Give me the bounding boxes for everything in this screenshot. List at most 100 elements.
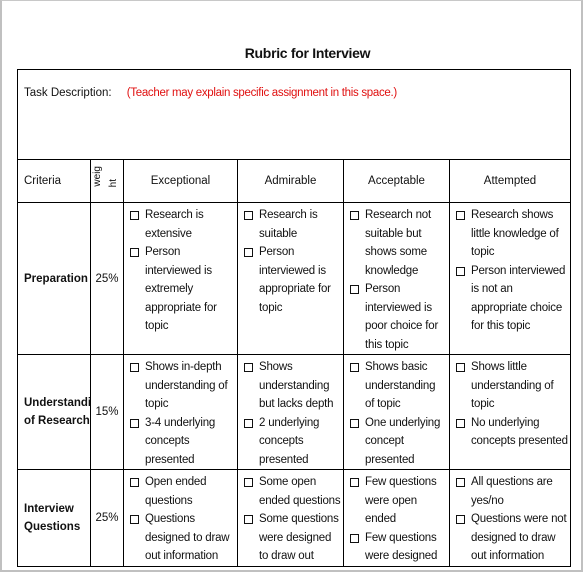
descriptor-text: Shows understanding but lacks depth: [259, 361, 334, 410]
level-cell-admirable: Some open ended questions Some questions …: [237, 469, 344, 567]
level-cell-admirable: Research is suitable Person interviewed i…: [237, 202, 344, 355]
descriptor-text: Questions were not designed to draw out …: [471, 513, 567, 562]
descriptor-text: Open ended questions: [145, 476, 207, 507]
checkbox-icon[interactable]: [244, 363, 253, 372]
descriptor-list: Research not suitable but shows some kno…: [344, 203, 449, 354]
descriptor-text: Few questions were designed: [365, 531, 438, 563]
checkbox-icon[interactable]: [350, 533, 359, 543]
descriptor-text: Questions designed to draw out informati…: [145, 513, 230, 562]
checkbox-icon[interactable]: [350, 478, 359, 487]
level-cell-attempted: Research shows little knowledge of topic…: [449, 202, 571, 355]
descriptor-list: Few questions were open ended Few questio…: [344, 470, 449, 566]
checkbox-icon[interactable]: [456, 478, 465, 487]
rubric-table: Task Description: (Teacher may explain s…: [17, 69, 571, 567]
weight-header: weig ht: [90, 159, 124, 203]
checkbox-icon[interactable]: [456, 363, 465, 372]
descriptor-text: All questions are yes/no: [471, 476, 553, 507]
descriptor-item: Research not suitable but shows some kno…: [350, 206, 447, 280]
level-header-attempted: Attempted: [449, 159, 571, 203]
checkbox-icon[interactable]: [456, 211, 465, 220]
checkbox-icon[interactable]: [244, 478, 253, 487]
checkbox-icon[interactable]: [130, 478, 139, 487]
descriptor-list: Research is extensive Person interviewed …: [124, 203, 237, 336]
level-cell-acceptable: Research not suitable but shows some kno…: [343, 202, 450, 355]
descriptor-text: 2 underlying concepts presented: [259, 416, 320, 466]
checkbox-icon[interactable]: [244, 418, 253, 428]
descriptor-text: Few questions were open ended: [365, 476, 437, 525]
checkbox-icon[interactable]: [130, 363, 139, 372]
descriptor-text: Shows basic understanding of topic: [365, 361, 436, 410]
descriptor-item: Shows little understanding of topic: [456, 358, 568, 414]
descriptor-item: Questions were not designed to draw out …: [456, 510, 568, 566]
header-row: Criteria weig ht Exceptional Admirable A…: [17, 159, 571, 203]
criterion-name: Understandi of Research: [17, 354, 91, 470]
task-description-label: Task Description:: [24, 87, 112, 99]
descriptor-text: Research not suitable but shows some kno…: [365, 209, 431, 277]
checkbox-icon[interactable]: [130, 515, 139, 524]
descriptor-item: Person interviewed is not an appropriate…: [456, 262, 568, 336]
checkbox-icon[interactable]: [244, 515, 253, 524]
criterion-name: Interview Questions: [17, 469, 91, 567]
descriptor-text: Some open ended questions: [259, 476, 341, 507]
level-cell-acceptable: Few questions were open ended Few questio…: [343, 469, 450, 567]
descriptor-list: Some open ended questions Some questions …: [238, 470, 343, 566]
criterion-weight: 25%: [90, 469, 124, 567]
level-cell-attempted: All questions are yes/no Questions were n…: [449, 469, 571, 567]
descriptor-list: Shows little understanding of topic No un…: [450, 355, 570, 451]
descriptor-item: All questions are yes/no: [456, 473, 568, 510]
checkbox-icon[interactable]: [350, 211, 359, 220]
descriptor-item: Research is extensive: [130, 206, 235, 243]
descriptor-text: Person interviewed is poor choice for th…: [365, 283, 439, 351]
task-description-cell[interactable]: Task Description: (Teacher may explain s…: [17, 69, 571, 160]
level-header-admirable: Admirable: [237, 159, 344, 203]
descriptor-text: Research is extensive: [145, 209, 204, 240]
descriptor-item: Person interviewed is appropriate for to…: [244, 243, 341, 317]
descriptor-list: Shows in-depth understanding of topic 3-4…: [124, 355, 237, 469]
document-title: Rubric for Interview: [244, 45, 371, 61]
descriptor-list: Research is suitable Person interviewed i…: [238, 203, 343, 317]
descriptor-text: 3-4 underlying concepts presented: [145, 416, 216, 466]
weight-header-line1: weig: [92, 166, 103, 187]
descriptor-item: Shows basic understanding of topic: [350, 358, 447, 414]
checkbox-icon[interactable]: [130, 211, 139, 220]
descriptor-item: Shows understanding but lacks depth: [244, 358, 341, 414]
level-cell-exceptional: Shows in-depth understanding of topic 3-4…: [123, 354, 238, 470]
level-cell-acceptable: Shows basic understanding of topic One un…: [343, 354, 450, 470]
criterion-weight: 15%: [90, 354, 124, 470]
descriptor-list: Shows basic understanding of topic One un…: [344, 355, 449, 469]
checkbox-icon[interactable]: [244, 248, 253, 257]
descriptor-item: Research is suitable: [244, 206, 341, 243]
criterion-row: Interview Questions 25% Open ended questio…: [17, 469, 571, 567]
level-cell-admirable: Shows understanding but lacks depth 2 und…: [237, 354, 344, 470]
checkbox-icon[interactable]: [456, 266, 465, 276]
descriptor-item: Some questions were designed to draw out: [244, 510, 341, 566]
checkbox-icon[interactable]: [130, 248, 139, 257]
descriptor-list: Shows understanding but lacks depth 2 und…: [238, 355, 343, 469]
descriptor-text: Person interviewed is not an appropriate…: [471, 264, 566, 333]
checkbox-icon[interactable]: [130, 418, 139, 428]
level-cell-attempted: Shows little understanding of topic No un…: [449, 354, 571, 470]
descriptor-item: Shows in-depth understanding of topic: [130, 358, 235, 414]
descriptor-text: Research shows little knowledge of topic: [471, 209, 559, 258]
descriptor-list: All questions are yes/no Questions were n…: [450, 470, 570, 566]
descriptor-item: Person interviewed is poor choice for th…: [350, 280, 447, 354]
descriptor-item: Some open ended questions: [244, 473, 341, 510]
checkbox-icon[interactable]: [456, 418, 465, 428]
checkbox-icon[interactable]: [456, 515, 465, 524]
descriptor-item: One underlying concept presented: [350, 414, 447, 470]
descriptor-item: Few questions were designed: [350, 529, 447, 566]
descriptor-item: Open ended questions: [130, 473, 235, 510]
descriptor-text: Shows little understanding of topic: [471, 361, 554, 410]
level-header-exceptional: Exceptional: [123, 159, 238, 203]
checkbox-icon[interactable]: [350, 418, 359, 428]
descriptor-item: Research shows little knowledge of topic: [456, 206, 568, 262]
descriptor-text: Research is suitable: [259, 209, 318, 240]
level-cell-exceptional: Open ended questions Questions designed t…: [123, 469, 238, 567]
checkbox-icon[interactable]: [244, 211, 253, 220]
task-description-hint: (Teacher may explain specific assignment…: [126, 87, 398, 99]
checkbox-icon[interactable]: [350, 285, 359, 294]
checkbox-icon[interactable]: [350, 363, 359, 372]
level-cell-exceptional: Research is extensive Person interviewed …: [123, 202, 238, 355]
descriptor-item: Person interviewed is extremely appropri…: [130, 243, 235, 336]
criterion-weight: 25%: [90, 202, 124, 355]
